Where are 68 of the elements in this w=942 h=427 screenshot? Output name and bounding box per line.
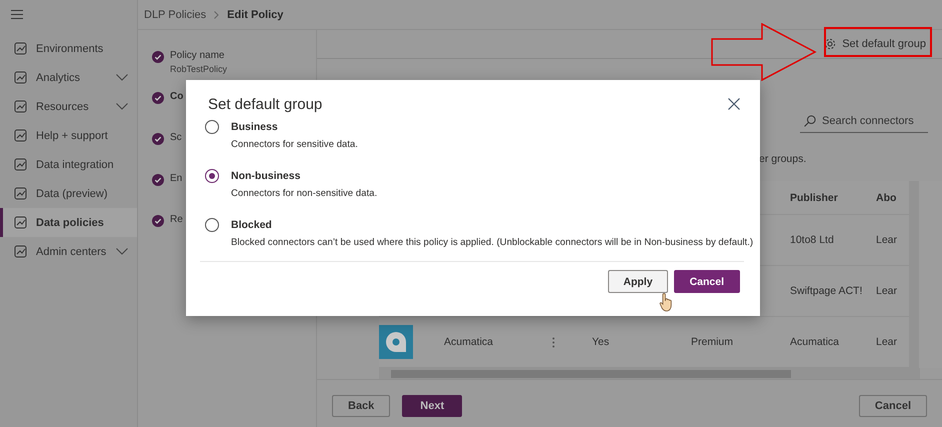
nav-icon [14, 129, 27, 142]
check-icon [152, 215, 164, 227]
radio-button[interactable] [205, 169, 219, 183]
chevron-icon[interactable] [116, 74, 128, 81]
option-description: Blocked connectors can’t be used where this policy is applied. (Unblockable connectors will be in Non-business by default.) [231, 236, 754, 250]
table-cell: Lear [876, 285, 898, 297]
more-icon[interactable] [552, 336, 555, 348]
dialog-title: Set default group [208, 96, 322, 112]
check-icon [152, 174, 164, 186]
table-cell: Lear [876, 336, 898, 348]
sidebar-item[interactable]: Data integration [0, 150, 137, 179]
nav-icon [14, 158, 27, 171]
option-label: Business [231, 121, 278, 133]
column-header[interactable]: Publisher [790, 192, 838, 204]
nav-icon [14, 187, 27, 200]
cancel-button[interactable]: Cancel [858, 394, 927, 416]
nav-icon [14, 71, 27, 84]
sidebar-item[interactable]: Analytics [0, 63, 137, 92]
next-button[interactable]: Next [402, 394, 462, 416]
sidebar-item[interactable]: Environments [0, 34, 137, 63]
step-label: Policy name [170, 50, 226, 61]
check-icon [152, 133, 164, 145]
back-button[interactable]: Back [332, 394, 390, 416]
check-icon [152, 51, 164, 63]
sidebar-item[interactable]: Data policies [0, 208, 137, 237]
sidebar-item[interactable]: Admin centers [0, 237, 137, 266]
chevron-icon[interactable] [116, 103, 128, 110]
table-cell: Acumatica [444, 336, 494, 348]
chevron-icon [214, 10, 220, 18]
nav-icon [14, 216, 27, 229]
close-icon[interactable] [728, 98, 740, 110]
table-cell: Yes [592, 336, 610, 348]
step-label: En [170, 173, 182, 184]
table-cell: Acumatica [790, 336, 840, 348]
option-label: Blocked [231, 219, 272, 231]
settings-icon [824, 38, 836, 50]
search-input[interactable]: Search connectors [822, 115, 922, 127]
step-label: Co [170, 91, 184, 102]
table-cell: 10to8 Ltd [790, 234, 834, 246]
column-header[interactable]: Abo [876, 192, 896, 204]
check-icon [152, 92, 164, 104]
table-cell: Lear [876, 234, 898, 246]
chevron-icon[interactable] [116, 248, 128, 255]
breadcrumb-link[interactable]: DLP Policies [144, 8, 206, 20]
step-label: Re [170, 214, 183, 225]
page-title: Edit Policy [227, 8, 284, 20]
table-cell: Premium [691, 336, 734, 348]
horizontal-scrollbar[interactable] [379, 368, 920, 379]
option-description: Connectors for non-sensitive data. [231, 187, 378, 201]
set-default-group-button[interactable]: Set default group [824, 38, 926, 50]
apply-button[interactable]: Apply [608, 270, 668, 293]
nav-icon [14, 100, 27, 113]
option-description: Connectors for sensitive data. [231, 138, 358, 152]
radio-button[interactable] [205, 218, 219, 232]
table-cell: Swiftpage ACT! [790, 285, 862, 297]
menu-icon[interactable] [11, 10, 23, 19]
nav-icon [14, 245, 27, 258]
search-icon [804, 115, 816, 127]
sidebar-item[interactable]: Data (preview) [0, 179, 137, 208]
cancel-button[interactable]: Cancel [674, 270, 740, 293]
sidebar-item[interactable]: Resources [0, 92, 137, 121]
step-value: RobTestPolicy [170, 64, 228, 74]
radio-button[interactable] [205, 120, 219, 134]
search-field[interactable]: Search connectors [800, 113, 928, 133]
step-label: Sc [170, 132, 182, 143]
nav-icon [14, 42, 27, 55]
option-label: Non-business [231, 170, 300, 182]
sidebar-item[interactable]: Help + support [0, 121, 137, 150]
